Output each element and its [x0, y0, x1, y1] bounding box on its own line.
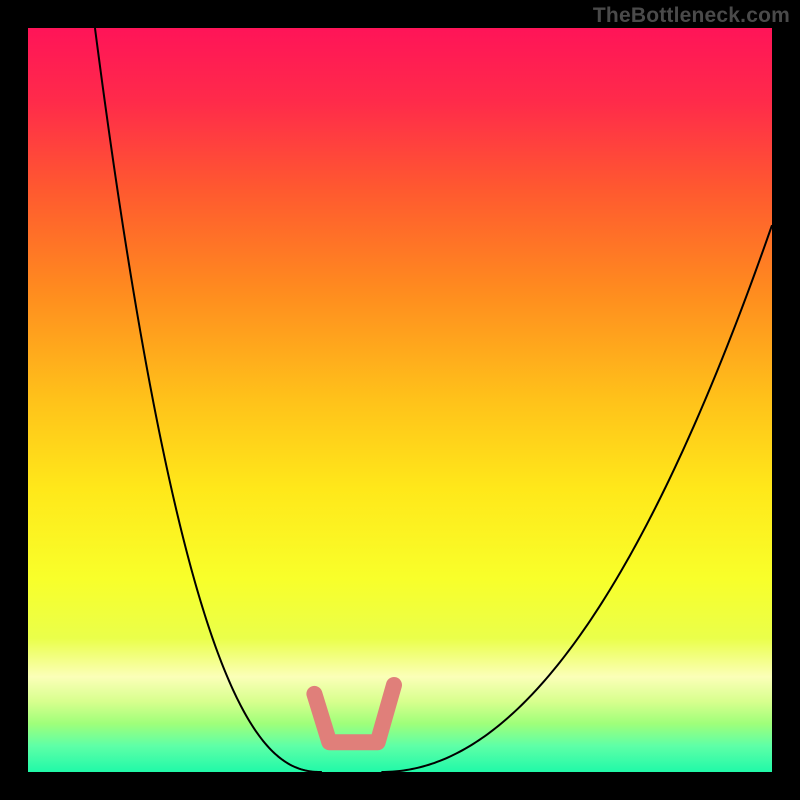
watermark-text: TheBottleneck.com	[593, 4, 790, 28]
chart-frame: TheBottleneck.com	[0, 0, 800, 800]
bottom-highlight-mark	[314, 685, 394, 742]
right-curve	[381, 225, 772, 772]
left-curve	[95, 28, 322, 772]
curves-layer	[28, 28, 772, 772]
plot-area	[28, 28, 772, 772]
